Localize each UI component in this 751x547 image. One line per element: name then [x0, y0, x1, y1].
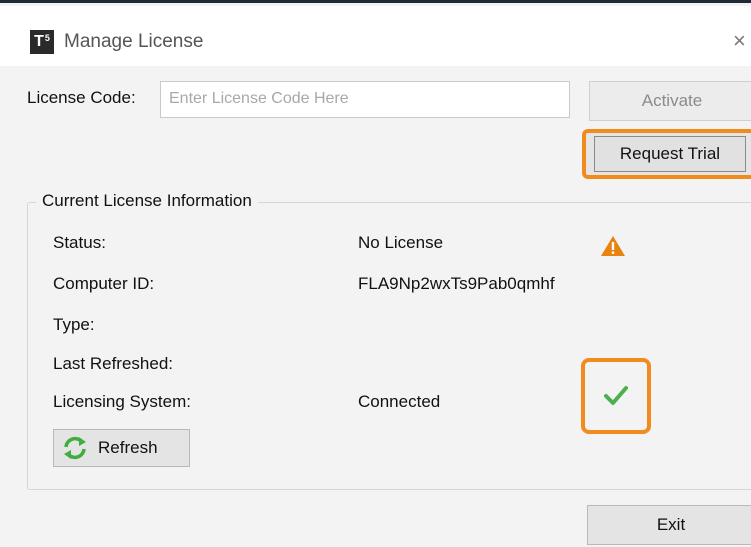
- manage-license-window: T5 Manage License × License Code: Enter …: [0, 0, 751, 547]
- refresh-icon: [64, 436, 86, 460]
- title-bar: T5 Manage License ×: [0, 6, 751, 66]
- close-icon[interactable]: ×: [733, 28, 746, 54]
- check-icon: [604, 386, 628, 405]
- activate-button[interactable]: Activate: [589, 81, 751, 121]
- refresh-button[interactable]: Refresh: [53, 429, 190, 467]
- refresh-label: Refresh: [98, 438, 158, 457]
- app-icon: T5: [30, 30, 54, 54]
- group-title: Current License Information: [36, 191, 258, 211]
- last-refreshed-label: Last Refreshed:: [53, 354, 174, 373]
- licensing-system-label: Licensing System:: [53, 392, 191, 411]
- status-label: Status:: [53, 233, 106, 252]
- computer-id-value: FLA9Np2wxTs9Pab0qmhf: [358, 274, 555, 293]
- type-label: Type:: [53, 315, 95, 334]
- window-title: Manage License: [64, 31, 204, 52]
- request-trial-button[interactable]: Request Trial: [594, 136, 746, 172]
- request-trial-highlight: Request Trial: [582, 129, 751, 179]
- app-icon-letter: T: [34, 33, 44, 50]
- license-code-placeholder: Enter License Code Here: [169, 90, 349, 107]
- status-value: No License: [358, 233, 444, 252]
- warning-icon: [601, 236, 625, 256]
- computer-id-label: Computer ID:: [53, 274, 155, 293]
- check-highlight: [581, 358, 651, 434]
- license-code-input[interactable]: Enter License Code Here: [160, 81, 570, 118]
- app-icon-sup: 5: [44, 33, 50, 43]
- licensing-system-value: Connected: [358, 392, 441, 411]
- exit-button[interactable]: Exit: [587, 505, 751, 545]
- license-code-label: License Code:: [27, 88, 136, 107]
